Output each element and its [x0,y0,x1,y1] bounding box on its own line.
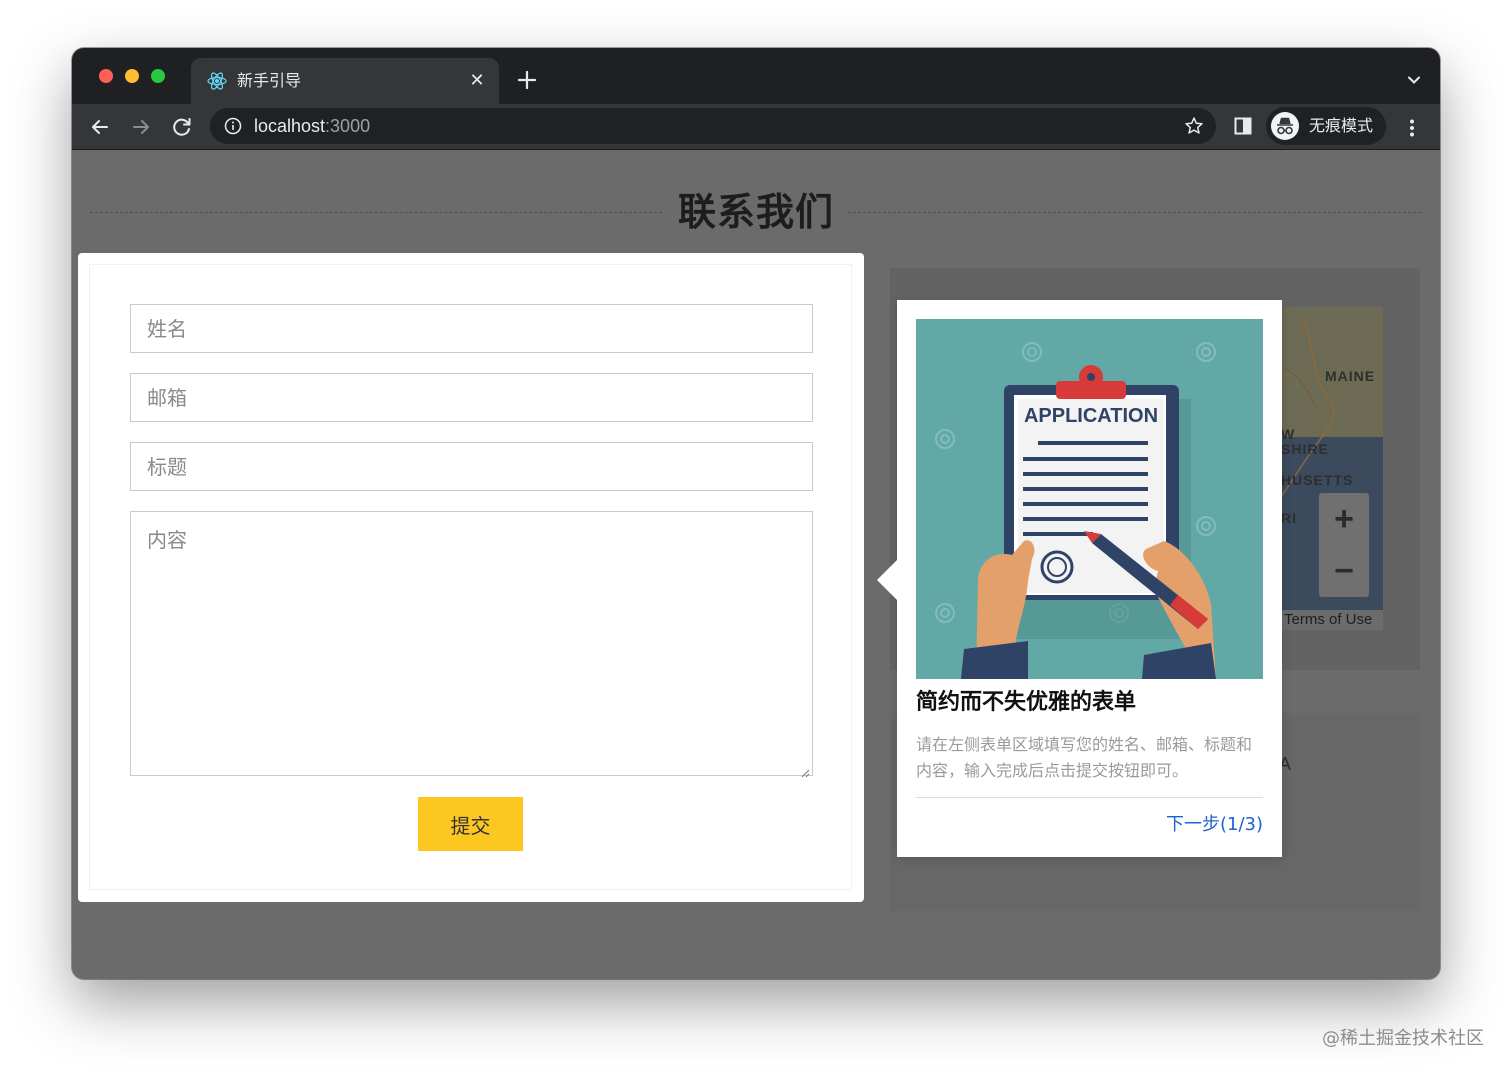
guide-description: 请在左侧表单区域填写您的姓名、邮箱、标题和内容，输入完成后点击提交按钮即可。 [916,735,1253,780]
popover-arrow [877,560,897,600]
page-viewport: 联系我们 MAINE W SHIRE HUSETTS RI + − Terms … [72,150,1440,979]
submit-button[interactable]: 提交 [418,797,523,851]
url-port: :3000 [325,116,371,136]
map-terms-link[interactable]: Terms of Use [1281,610,1383,630]
browser-window: 新手引导 ✕ localhost:3000 无痕模式 联系我们 MAINE W … [72,48,1440,979]
email-field[interactable] [130,373,813,422]
zoom-in-button[interactable]: + [1319,493,1369,545]
section-header: 联系我们 [72,186,1440,238]
browser-toolbar: localhost:3000 无痕模式 [72,104,1440,150]
tab-search-chevron-icon[interactable] [1406,72,1422,88]
name-field[interactable] [130,304,813,353]
content-field[interactable] [130,511,813,778]
bookmark-star-icon[interactable] [1184,116,1204,136]
title-divider-right [848,212,1421,213]
contact-form: 提交 [90,265,851,889]
next-step-button[interactable]: 下一步(1/3) [1166,812,1263,838]
subject-field[interactable] [130,442,813,491]
incognito-profile-button[interactable]: 无痕模式 [1266,107,1386,145]
react-icon [206,70,228,92]
map-label-ri: RI [1281,510,1297,526]
incognito-label: 无痕模式 [1309,116,1374,135]
side-panel-icon[interactable] [1233,116,1253,136]
tab-title: 新手引导 [237,71,302,90]
minimize-window-button[interactable] [125,69,139,83]
popover-divider [916,797,1263,798]
application-illustration: APPLICATION [916,319,1263,679]
forward-arrow-icon[interactable] [127,113,155,141]
more-menu-icon[interactable] [1398,114,1426,142]
map-label-shire: SHIRE [1281,441,1329,457]
tab-bar: 新手引导 ✕ [72,48,1440,104]
url-host: localhost [254,116,326,136]
url-text: localhost:3000 [254,115,370,137]
watermark: @稀土掘金技术社区 [1322,1028,1484,1049]
incognito-icon [1271,112,1299,140]
guide-highlight-area: 提交 [78,253,864,902]
map-label-husetts: HUSETTS [1281,472,1354,488]
title-divider-left [90,212,662,213]
map-label-maine: MAINE [1325,368,1376,384]
map-label-w: W [1281,426,1296,442]
resize-handle-icon[interactable] [800,763,810,778]
site-info-icon[interactable] [224,117,242,135]
new-tab-icon[interactable] [513,66,541,94]
tab-close-icon[interactable]: ✕ [465,69,489,93]
illustration-heading: APPLICATION [1023,405,1159,427]
reload-icon[interactable] [168,113,196,141]
address-bar[interactable]: localhost:3000 [210,108,1216,144]
map-zoom-control: + − [1319,493,1369,597]
name-input[interactable] [131,305,812,352]
content-textarea[interactable] [131,512,812,775]
maximize-window-button[interactable] [151,69,165,83]
close-window-button[interactable] [99,69,113,83]
subject-input[interactable] [131,443,812,490]
email-input[interactable] [131,374,812,421]
guide-popover: APPLICATION 简约而不失优雅的表单 请在左侧表单区域填写您的姓名、邮箱… [877,300,1282,857]
back-arrow-icon[interactable] [86,113,114,141]
active-tab[interactable]: 新手引导 ✕ [191,58,499,104]
zoom-out-button[interactable]: − [1319,545,1369,597]
guide-title: 简约而不失优雅的表单 [916,690,1137,715]
page-title: 联系我们 [677,190,834,234]
